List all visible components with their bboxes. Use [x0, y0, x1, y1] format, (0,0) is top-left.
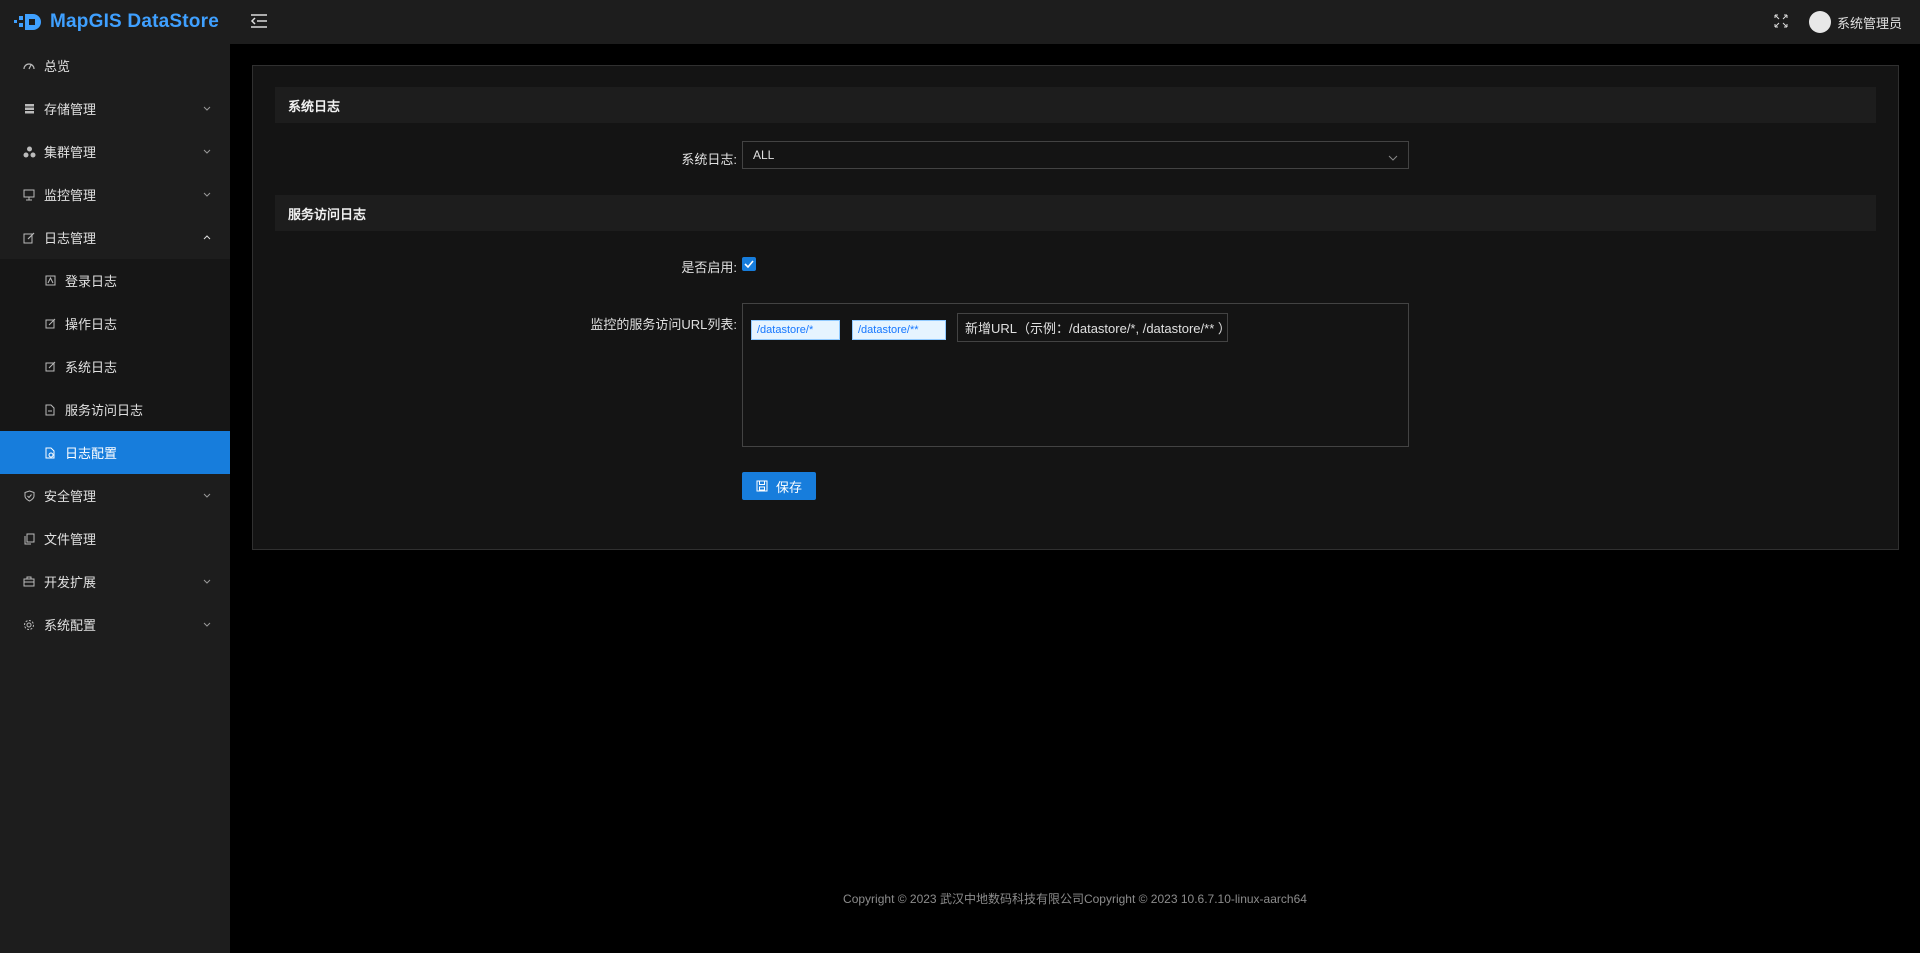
file-icon	[43, 403, 57, 417]
sidebar: MapGIS DataStore 总览 存储管理 集群管理 监控管理 日志管理 …	[0, 0, 230, 953]
chevron-down-icon	[202, 104, 212, 114]
select-value: ALL	[753, 148, 775, 162]
user-menu[interactable]: 系统管理员	[1808, 11, 1902, 33]
sidebar-item-monitor[interactable]: 监控管理	[0, 173, 230, 216]
login-log-icon	[43, 274, 57, 288]
system-log-icon	[43, 360, 57, 374]
sidebar-item-security[interactable]: 安全管理	[0, 474, 230, 517]
chevron-down-icon	[202, 491, 212, 501]
check-icon	[744, 260, 754, 268]
log-config-panel: 系统日志 系统日志: ALL 服务访问日志 是否启用: 监控的服务访问URL列表…	[252, 65, 1899, 550]
sidebar-nav: 总览 存储管理 集群管理 监控管理 日志管理 登录日志 操作日志 系统日志 服务…	[0, 44, 230, 646]
sidebar-item-log-config[interactable]: 日志配置	[0, 431, 230, 474]
sidebar-item-label: 安全管理	[44, 489, 97, 504]
section-title-service-access-log: 服务访问日志	[275, 195, 1876, 231]
sidebar-item-label: 总览	[44, 59, 71, 74]
system-log-level-select[interactable]: ALL	[742, 141, 1409, 169]
sidebar-item-login-log[interactable]: 登录日志	[0, 259, 230, 302]
save-button[interactable]: 保存	[742, 472, 816, 500]
copy-icon	[22, 532, 36, 546]
sidebar-item-cluster[interactable]: 集群管理	[0, 130, 230, 173]
shield-icon	[22, 489, 36, 503]
sidebar-item-label: 日志配置	[65, 446, 118, 461]
sidebar-item-files[interactable]: 文件管理	[0, 517, 230, 560]
fullscreen-icon[interactable]	[1774, 14, 1790, 30]
url-tag[interactable]: /datastore/**	[852, 320, 946, 340]
sidebar-item-label: 存储管理	[44, 102, 97, 117]
chevron-up-icon	[202, 233, 212, 243]
monitor-icon	[22, 188, 36, 202]
operation-log-icon	[43, 317, 57, 331]
footer-copyright: Copyright © 2023 武汉中地数码科技有限公司Copyright ©…	[843, 892, 1307, 906]
chevron-down-icon	[202, 190, 212, 200]
dashboard-icon	[22, 59, 36, 73]
url-tag[interactable]: /datastore/*	[751, 320, 840, 340]
sidebar-item-label: 服务访问日志	[65, 403, 144, 418]
sidebar-item-dev-extension[interactable]: 开发扩展	[0, 560, 230, 603]
user-name: 系统管理员	[1836, 15, 1902, 31]
app-title: MapGIS DataStore	[50, 11, 219, 32]
sidebar-item-label: 文件管理	[44, 532, 97, 547]
url-list-label: 监控的服务访问URL列表:	[590, 317, 737, 332]
sidebar-item-label: 开发扩展	[44, 575, 97, 590]
section-title-system-log: 系统日志	[275, 87, 1876, 123]
enabled-label: 是否启用:	[681, 260, 737, 275]
sidebar-item-log-management[interactable]: 日志管理	[0, 216, 230, 259]
sidebar-item-label: 登录日志	[65, 274, 118, 289]
log-config-icon	[43, 446, 57, 460]
new-url-input[interactable]: 新增URL（示例：/datastore/*, /datastore/** ）	[957, 313, 1231, 342]
save-label: 保存	[775, 479, 802, 495]
sidebar-item-overview[interactable]: 总览	[0, 44, 230, 87]
log-submenu: 登录日志 操作日志 系统日志 服务访问日志 日志配置	[0, 259, 230, 474]
app-logo[interactable]: MapGIS DataStore	[0, 0, 230, 44]
sidebar-item-system-log[interactable]: 系统日志	[0, 345, 230, 388]
logo-icon	[14, 13, 44, 31]
sidebar-item-label: 监控管理	[44, 188, 97, 203]
url-list-box: /datastore/* /datastore/** 新增URL（示例：/dat…	[742, 303, 1409, 447]
system-log-label: 系统日志:	[681, 152, 737, 167]
sidebar-item-label: 系统配置	[44, 618, 97, 633]
sidebar-item-label: 集群管理	[44, 145, 97, 160]
chevron-down-icon	[1388, 150, 1398, 161]
sidebar-item-system-config[interactable]: 系统配置	[0, 603, 230, 646]
sidebar-item-label: 操作日志	[65, 317, 118, 332]
sidebar-item-label: 日志管理	[44, 231, 97, 246]
chevron-down-icon	[202, 620, 212, 630]
sidebar-item-service-access-log[interactable]: 服务访问日志	[0, 388, 230, 431]
briefcase-icon	[22, 575, 36, 589]
chevron-down-icon	[202, 577, 212, 587]
save-icon	[756, 480, 768, 492]
top-header: 系统管理员	[230, 0, 1920, 44]
chevron-down-icon	[202, 147, 212, 157]
gear-icon	[22, 618, 36, 632]
menu-fold-icon[interactable]	[250, 13, 270, 31]
sidebar-item-storage[interactable]: 存储管理	[0, 87, 230, 130]
sidebar-item-label: 系统日志	[65, 360, 118, 375]
avatar	[1808, 11, 1831, 33]
enabled-checkbox[interactable]	[742, 257, 756, 271]
sidebar-item-operation-log[interactable]: 操作日志	[0, 302, 230, 345]
database-icon	[22, 102, 36, 116]
cluster-icon	[22, 145, 36, 159]
edit-icon	[22, 231, 36, 245]
